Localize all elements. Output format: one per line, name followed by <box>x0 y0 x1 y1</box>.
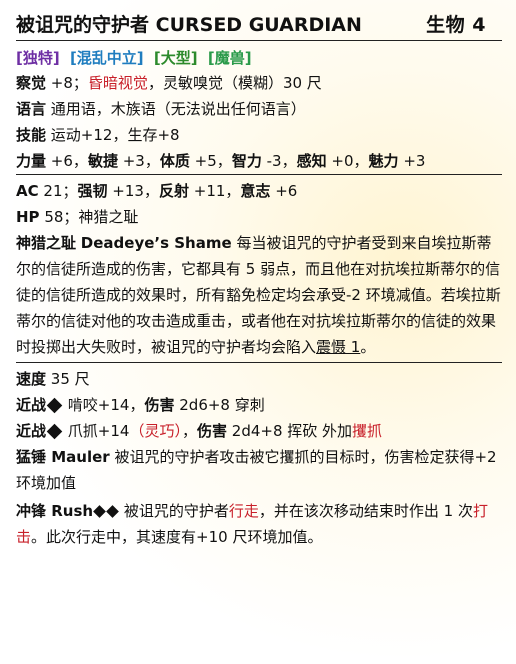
title-bar: 被诅咒的守护者 CURSED GUARDIAN 生物 4 <box>16 12 502 41</box>
attributes-line: 力量 +6，敏捷 +3，体质 +5，智力 -3，感知 +0，魅力 +3 <box>16 148 502 175</box>
attr-cha-label: 魅力 <box>368 152 399 170</box>
attr-wis-value: +0 <box>331 152 354 170</box>
deadeyes-shame-ability: 神猎之耻 Deadeye’s Shame 每当被诅咒的守护者受到来自埃拉斯蒂尔的… <box>16 230 502 363</box>
perception-value: +8； <box>50 74 88 92</box>
single-action-icon <box>46 423 63 439</box>
shame-text: 每当被诅咒的守护者受到来自埃拉斯蒂尔的信徒所造成的伤害，它都具有 5 弱点，而且… <box>16 234 501 356</box>
stat-block: 被诅咒的守护者 CURSED GUARDIAN 生物 4 [独特] [混乱中立]… <box>0 0 516 664</box>
rush-text-3: 。此次行走中，其速度有+10 尺环境加值。 <box>31 528 323 546</box>
name-cn: 被诅咒的守护者 <box>16 14 150 36</box>
speed-value: 35 尺 <box>50 370 90 388</box>
attr-con-value: +5 <box>194 152 217 170</box>
traits-row: [独特] [混乱中立] [大型] [魔兽] <box>16 46 502 70</box>
attr-con-label: 体质 <box>159 152 190 170</box>
shame-end: 。 <box>360 338 376 356</box>
will-value: +6 <box>275 182 298 200</box>
attr-cha-value: +3 <box>403 152 426 170</box>
perception-senses: ，灵敏嗅觉（模糊）30 尺 <box>147 74 322 92</box>
perception-line: 察觉 +8；昏暗视觉，灵敏嗅觉（模糊）30 尺 <box>16 70 502 96</box>
ac-label: AC <box>16 182 39 200</box>
claw-separator: ， <box>181 422 197 440</box>
languages-label: 语言 <box>16 100 47 118</box>
stupefied-link[interactable]: 震慑 1 <box>316 338 360 356</box>
attr-dex-value: +3 <box>122 152 145 170</box>
two-action-icon-1 <box>93 504 106 518</box>
hp-line: HP 58；神猎之耻 <box>16 204 502 230</box>
trait-unique[interactable]: [独特] <box>16 49 60 67</box>
grab-link[interactable]: 攫抓 <box>352 422 382 440</box>
shame-label-en: Deadeye’s Shame <box>80 234 232 252</box>
claw-damage-label: 伤害 <box>196 422 227 440</box>
attr-str-value: +6 <box>50 152 73 170</box>
languages-value: 通用语，木族语（无法说出任何语言） <box>50 100 306 118</box>
speed-line: 速度 35 尺 <box>16 366 502 392</box>
strike-bite-label: 近战 <box>16 396 47 414</box>
fort-label: 强韧 <box>77 182 108 200</box>
claw-name: 爪抓+14 <box>67 422 130 440</box>
hp-value: 58；神猎之耻 <box>44 208 139 226</box>
bite-name: 啃咬+14， <box>67 396 145 414</box>
rush-ability: 冲锋 Rush 被诅咒的守护者行走，并在该次移动结束时作出 1 次打击。此次行走… <box>16 498 502 550</box>
ac-value: 21； <box>43 182 78 200</box>
ref-value: +11， <box>193 182 241 200</box>
defense-line: AC 21；强韧 +13，反射 +11，意志 +6 <box>16 178 502 204</box>
attr-str-label: 力量 <box>16 152 47 170</box>
attr-dex-label: 敏捷 <box>87 152 118 170</box>
ref-label: 反射 <box>158 182 189 200</box>
skills-value: 运动+12，生存+8 <box>50 126 180 144</box>
languages-line: 语言 通用语，木族语（无法说出任何语言） <box>16 96 502 122</box>
skills-label: 技能 <box>16 126 47 144</box>
creature-level: 生物 4 <box>426 14 486 36</box>
name-en: CURSED GUARDIAN <box>155 14 362 36</box>
creature-name: 被诅咒的守护者 CURSED GUARDIAN <box>16 12 362 38</box>
rush-text-2: ，并在该次移动结束时作出 1 次 <box>258 502 473 520</box>
strike-claw-label: 近战 <box>16 422 47 440</box>
agile-trait-link[interactable]: （灵巧） <box>129 422 182 440</box>
two-action-icon-2 <box>106 504 119 518</box>
bite-damage: 2d6+8 穿刺 <box>179 396 265 414</box>
fort-value: +13， <box>112 182 159 200</box>
trait-size[interactable]: [大型] <box>154 49 198 67</box>
mauler-ability: 猛锤 Mauler 被诅咒的守护者攻击被它攫抓的目标时，伤害检定获得+2 环境加… <box>16 444 502 496</box>
shame-label: 神猎之耻 <box>16 234 77 252</box>
mauler-label: 猛锤 Mauler <box>16 448 110 466</box>
darkvision-link[interactable]: 昏暗视觉 <box>88 74 148 92</box>
hp-label: HP <box>16 208 40 226</box>
stride-link[interactable]: 行走 <box>229 502 259 520</box>
attr-wis-label: 感知 <box>296 152 327 170</box>
rush-label: 冲锋 Rush <box>16 502 94 520</box>
bite-damage-label: 伤害 <box>144 396 175 414</box>
will-label: 意志 <box>240 182 271 200</box>
attr-int-value: -3 <box>266 152 282 170</box>
single-action-icon <box>46 397 63 413</box>
claw-damage: 2d4+8 挥砍 外加 <box>231 422 353 440</box>
attr-int-label: 智力 <box>231 152 262 170</box>
strike-claw: 近战 爪抓+14（灵巧），伤害 2d4+8 挥砍 外加攫抓 <box>16 418 502 444</box>
perception-label: 察觉 <box>16 74 47 92</box>
skills-line: 技能 运动+12，生存+8 <box>16 122 502 148</box>
strike-bite: 近战 啃咬+14，伤害 2d6+8 穿刺 <box>16 392 502 418</box>
trait-type[interactable]: [魔兽] <box>208 49 252 67</box>
trait-alignment[interactable]: [混乱中立] <box>70 49 144 67</box>
speed-label: 速度 <box>16 370 47 388</box>
rush-text-1: 被诅咒的守护者 <box>123 502 229 520</box>
